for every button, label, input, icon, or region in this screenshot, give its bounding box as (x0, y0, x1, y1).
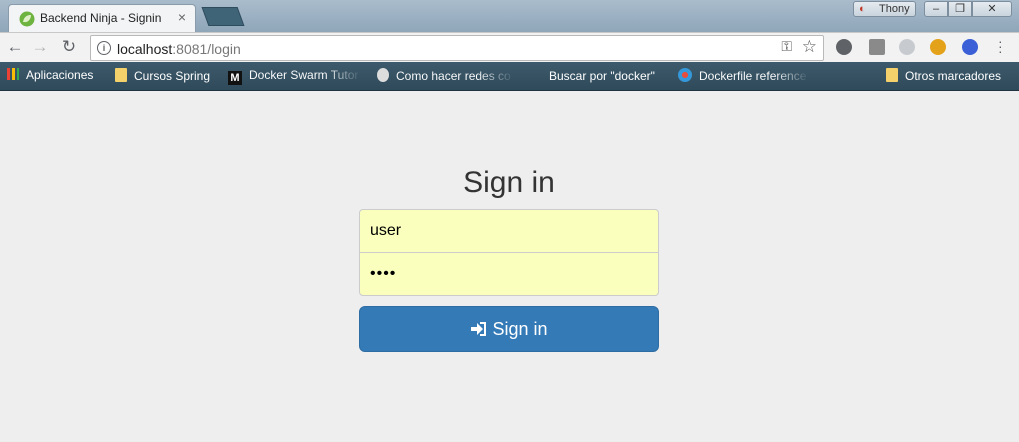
bookmark-redes[interactable]: Como hacer redes co (377, 68, 511, 83)
url-text[interactable]: localhost:8081/login (117, 41, 241, 57)
bookmark-label: Cursos Spring (134, 69, 211, 83)
bookmarks-bar: Aplicaciones Cursos Spring M Docker Swarm… (0, 62, 1019, 91)
bookmark-buscar-docker[interactable]: Buscar por "docker" (530, 68, 655, 83)
extension-block-icon[interactable] (962, 39, 978, 55)
minimize-button[interactable]: – (924, 1, 948, 17)
bookmark-dockerfile-reference[interactable]: Dockerfile reference (678, 68, 806, 83)
new-tab-button[interactable] (201, 7, 245, 26)
profile-icon: ◐ (859, 3, 866, 15)
bookmark-label: Aplicaciones (26, 68, 94, 82)
ghost-icon (377, 68, 389, 82)
extension-chat-icon[interactable] (836, 39, 852, 55)
profile-button[interactable]: ◐ Thony (853, 1, 916, 17)
page-title: Sign in (463, 166, 555, 199)
profile-name: Thony (879, 3, 910, 15)
bookmark-apps[interactable]: Aplicaciones (7, 68, 93, 82)
bookmark-label: Otros marcadores (905, 69, 1002, 83)
folder-icon (886, 68, 898, 82)
medium-icon: M (228, 71, 242, 85)
apps-grid-icon (7, 68, 19, 80)
key-icon[interactable]: ⚿ (781, 38, 792, 55)
browser-tab[interactable]: Backend Ninja - Signin × (8, 4, 196, 32)
folder-icon (115, 68, 127, 82)
close-window-button[interactable]: ✕ (972, 1, 1012, 17)
bookmark-otros-marcadores[interactable]: Otros marcadores (886, 68, 1001, 83)
username-field[interactable] (359, 209, 659, 253)
bookmark-cursos-spring[interactable]: Cursos Spring (115, 68, 210, 83)
bookmark-label: Dockerfile reference (699, 69, 807, 83)
bookmark-label: Como hacer redes co (396, 69, 511, 83)
address-bar[interactable]: i localhost:8081/login ⚿ ☆ (90, 35, 824, 61)
spring-leaf-icon (19, 11, 35, 27)
extension-circle-icon[interactable] (899, 39, 915, 55)
menu-kebab-icon[interactable]: · · · (998, 34, 1003, 58)
browser-toolbar: ← → ↻ i localhost:8081/login ⚿ ☆ · · · (0, 32, 1019, 63)
bookmark-label: Buscar por "docker" (549, 69, 655, 83)
docker-icon (678, 68, 692, 82)
bookmark-label: Docker Swarm Tutor (249, 68, 359, 82)
url-path: :8081/login (172, 41, 241, 57)
maximize-button[interactable]: ❐ (948, 1, 972, 17)
browser-title-bar: Backend Ninja - Signin × ◐ Thony – ❐ ✕ (0, 0, 1019, 32)
tab-title: Backend Ninja - Signin (40, 11, 162, 25)
bookmark-docker-swarm[interactable]: M Docker Swarm Tutor (228, 68, 358, 85)
bookmark-star-icon[interactable]: ☆ (802, 37, 817, 57)
signin-button[interactable]: Sign in (359, 306, 659, 352)
forward-arrow-icon[interactable]: → (30, 37, 50, 57)
password-field[interactable] (359, 252, 659, 296)
close-tab-icon[interactable]: × (175, 9, 189, 25)
extension-bulb-icon[interactable] (869, 39, 885, 55)
back-arrow-icon[interactable]: ← (5, 37, 25, 57)
login-icon (471, 322, 487, 336)
signin-button-label: Sign in (492, 319, 548, 339)
info-icon[interactable]: i (97, 41, 111, 55)
reload-icon[interactable]: ↻ (59, 37, 79, 57)
search-icon (530, 68, 542, 82)
url-host: localhost (117, 41, 173, 57)
extension-eye-icon[interactable] (930, 39, 946, 55)
